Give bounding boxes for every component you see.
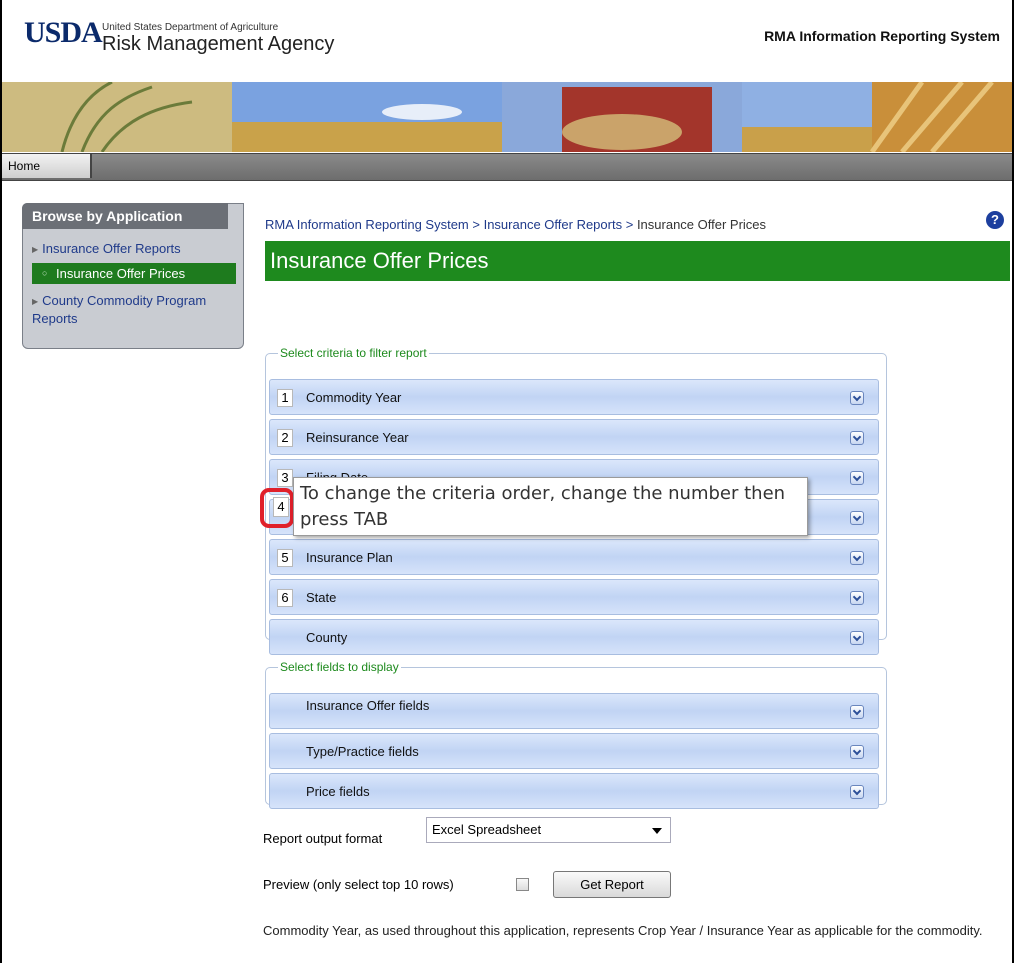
- fields-label: Price fields: [306, 784, 370, 799]
- expand-chevron-icon[interactable]: [850, 631, 864, 645]
- criteria-order-tooltip: To change the criteria order, change the…: [293, 477, 808, 536]
- criteria-label: Commodity Year: [306, 390, 402, 405]
- criteria-order-input[interactable]: 3: [277, 469, 293, 487]
- agency-name: Risk Management Agency: [102, 33, 335, 55]
- usda-logo[interactable]: USDA: [24, 18, 103, 48]
- criteria-row-commodity-year[interactable]: 1 Commodity Year: [269, 379, 879, 415]
- sidebar: Browse by Application ▶ Insurance Offer R…: [22, 203, 244, 349]
- fields-legend: Select fields to display: [280, 660, 399, 674]
- breadcrumb-current: Insurance Offer Prices: [636, 217, 767, 232]
- sidebar-item-label: Insurance Offer Reports: [42, 241, 181, 256]
- criteria-label: Reinsurance Year: [306, 430, 409, 445]
- criteria-order-input[interactable]: 6: [277, 589, 293, 607]
- triangle-right-icon: ▶: [32, 245, 39, 254]
- bullet-icon: ○: [42, 268, 48, 278]
- criteria-legend: Select criteria to filter report: [280, 346, 427, 360]
- page-title: Insurance Offer Prices: [265, 241, 1010, 281]
- output-format-label: Report output format: [263, 831, 383, 846]
- fields-row-price[interactable]: Price fields: [269, 773, 879, 809]
- breadcrumb-root-link[interactable]: RMA Information Reporting System: [265, 217, 469, 232]
- fields-label: Insurance Offer fields: [306, 698, 430, 713]
- dropdown-arrow-icon: [652, 828, 662, 834]
- expand-chevron-icon[interactable]: [850, 511, 864, 525]
- criteria-order-input[interactable]: 5: [277, 549, 293, 567]
- criteria-order-input[interactable]: 4: [273, 497, 289, 517]
- sidebar-item-label: County Commodity Program Reports: [32, 293, 207, 326]
- criteria-row-state[interactable]: 6 State: [269, 579, 879, 615]
- expand-chevron-icon[interactable]: [850, 785, 864, 799]
- breadcrumb: RMA Information Reporting System > Insur…: [265, 217, 766, 232]
- criteria-row-county[interactable]: County: [269, 619, 879, 655]
- nav-home-tab[interactable]: Home: [2, 154, 92, 178]
- sidebar-title: Browse by Application: [22, 203, 228, 229]
- sidebar-item-county-commodity-program-reports[interactable]: ▶ County Commodity Program Reports: [32, 292, 222, 327]
- department-name: United States Department of Agriculture: [102, 22, 279, 33]
- breadcrumb-section-link[interactable]: Insurance Offer Reports: [484, 217, 623, 232]
- expand-chevron-icon[interactable]: [850, 471, 864, 485]
- header-banner-image: [2, 82, 1012, 152]
- criteria-row-insurance-plan[interactable]: 5 Insurance Plan: [269, 539, 879, 575]
- expand-chevron-icon[interactable]: [850, 431, 864, 445]
- system-title: RMA Information Reporting System: [764, 28, 1000, 44]
- criteria-label: County: [306, 630, 348, 645]
- sidebar-item-insurance-offer-prices[interactable]: ○ Insurance Offer Prices: [32, 263, 236, 284]
- top-nav-bar: Home: [2, 153, 1012, 181]
- triangle-right-icon: ▶: [32, 297, 39, 306]
- sidebar-item-label: Insurance Offer Prices: [56, 266, 186, 281]
- help-icon[interactable]: ?: [986, 211, 1004, 229]
- fields-row-type-practice[interactable]: Type/Practice fields: [269, 733, 879, 769]
- breadcrumb-separator: >: [472, 217, 480, 232]
- expand-chevron-icon[interactable]: [850, 705, 864, 719]
- commodity-year-note: Commodity Year, as used throughout this …: [263, 923, 983, 938]
- criteria-order-input[interactable]: 1: [277, 389, 293, 407]
- fields-label: Type/Practice fields: [306, 744, 419, 759]
- criteria-label: State: [306, 590, 337, 605]
- fields-row-insurance-offer[interactable]: Insurance Offer fields: [269, 693, 879, 729]
- preview-label: Preview (only select top 10 rows): [263, 877, 454, 892]
- preview-checkbox[interactable]: [516, 878, 529, 891]
- expand-chevron-icon[interactable]: [850, 745, 864, 759]
- get-report-button[interactable]: Get Report: [553, 871, 671, 898]
- output-format-value: Excel Spreadsheet: [432, 822, 542, 837]
- display-fields-group: Select fields to display Insurance Offer…: [265, 660, 887, 809]
- criteria-label: Insurance Plan: [306, 550, 393, 565]
- breadcrumb-separator: >: [625, 217, 634, 232]
- expand-chevron-icon[interactable]: [850, 551, 864, 565]
- criteria-order-input[interactable]: 2: [277, 429, 293, 447]
- expand-chevron-icon[interactable]: [850, 391, 864, 405]
- output-format-select[interactable]: Excel Spreadsheet: [426, 817, 671, 843]
- expand-chevron-icon[interactable]: [850, 591, 864, 605]
- site-header: USDA United States Department of Agricul…: [2, 0, 1012, 80]
- sidebar-item-insurance-offer-reports[interactable]: ▶ Insurance Offer Reports: [32, 240, 181, 258]
- criteria-row-reinsurance-year[interactable]: 2 Reinsurance Year: [269, 419, 879, 455]
